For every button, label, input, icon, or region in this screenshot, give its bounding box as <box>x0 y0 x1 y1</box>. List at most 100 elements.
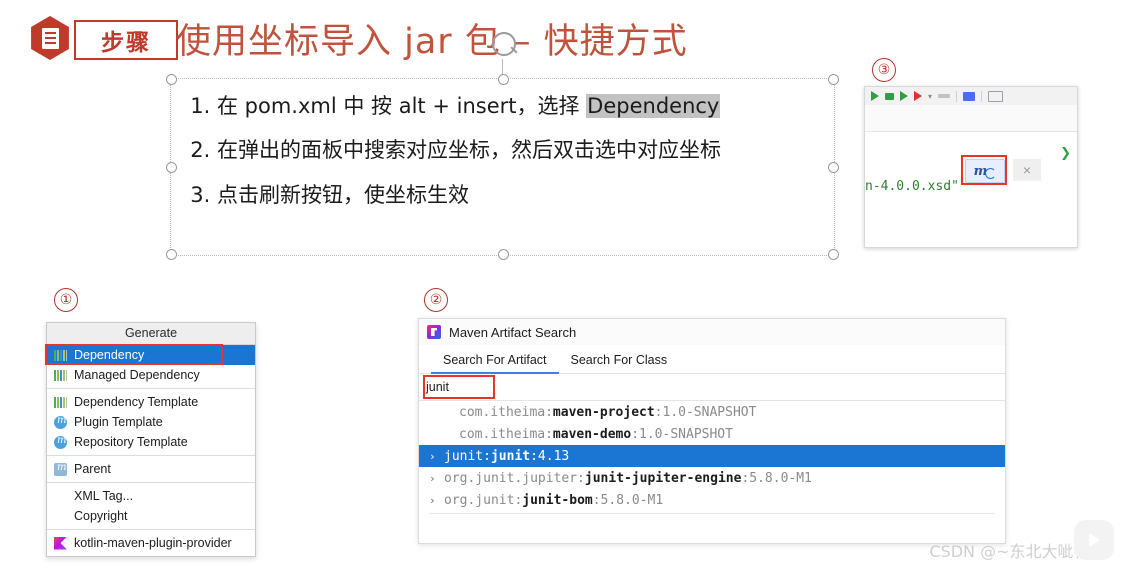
intellij-maven-icon <box>427 325 441 339</box>
chevron-right-icon[interactable]: › <box>429 450 438 463</box>
list-item-selected[interactable]: › junit:junit:4.13 <box>419 445 1005 467</box>
result-group: com.itheima: <box>459 404 553 420</box>
step-highlight: Dependency <box>586 94 721 118</box>
dialog-titlebar: Maven Artifact Search <box>419 319 1005 345</box>
toolbar-divider <box>981 90 983 102</box>
result-group: org.junit.jupiter: <box>444 470 585 486</box>
dialog-title: Maven Artifact Search <box>449 324 577 340</box>
menu-item-plugin-template[interactable]: Plugin Template <box>47 412 255 432</box>
list-item: 在 pom.xml 中 按 alt + insert，选择 Dependency <box>217 93 834 119</box>
list-item[interactable]: com.itheima:maven-demo:1.0-SNAPSHOT <box>419 423 1005 445</box>
menu-item-label: XML Tag... <box>74 489 134 503</box>
search-highlight-box <box>423 375 495 399</box>
menu-item-label: kotlin-maven-plugin-provider <box>74 536 232 550</box>
resize-handle-middle-right[interactable] <box>828 162 839 173</box>
search-row: junit <box>419 374 1005 401</box>
page-title: 使用坐标导入 jar 包 – 快捷方式 <box>176 22 688 62</box>
list-item[interactable]: com.itheima:maven-project:1.0-SNAPSHOT <box>419 401 1005 423</box>
resize-handle-bottom-left[interactable] <box>166 249 177 260</box>
result-artifact: maven-demo <box>552 426 632 442</box>
run-green-icon[interactable] <box>871 91 879 101</box>
resize-handle-middle-left[interactable] <box>166 162 177 173</box>
chevron-down-icon: ❯ <box>1060 145 1071 160</box>
result-version: :1.0-SNAPSHOT <box>654 404 757 420</box>
close-icon[interactable]: × <box>1013 159 1041 181</box>
generate-menu-header: Generate <box>47 323 255 345</box>
tab-search-for-class[interactable]: Search For Class <box>559 353 680 373</box>
result-group: com.itheima: <box>459 426 553 442</box>
step-over-icon[interactable] <box>900 91 908 101</box>
layout-icon[interactable] <box>988 90 1004 102</box>
menu-item-managed-dependency[interactable]: Managed Dependency <box>47 365 255 385</box>
ide-code-fragment: n-4.0.0.xsd" <box>865 179 959 194</box>
debug-green-icon[interactable] <box>885 92 894 100</box>
refresh-highlight-box <box>961 155 1007 185</box>
marker-one: ① <box>54 288 78 312</box>
result-version: :1.0-SNAPSHOT <box>631 426 733 442</box>
play-button-icon <box>1074 520 1114 560</box>
menu-divider <box>47 388 255 389</box>
result-artifact: maven-project <box>552 404 655 420</box>
ide-toolbar: ▾ <box>865 87 1077 106</box>
maven-parent-icon <box>54 462 67 476</box>
menu-divider <box>47 455 255 456</box>
result-artifact: junit <box>490 448 531 464</box>
list-item[interactable]: › org.junit.jupiter:junit-jupiter-engine… <box>419 467 1005 489</box>
menu-item-label: Dependency Template <box>74 395 199 409</box>
result-version: :5.8.0-M1 <box>741 470 812 486</box>
dropdown-caret-icon[interactable]: ▾ <box>928 92 932 101</box>
menu-item-label: Dependency <box>74 348 145 362</box>
stop-red-icon[interactable] <box>914 91 922 101</box>
list-item: 在弹出的面板中搜索对应坐标，然后双击选中对应坐标 <box>217 137 834 163</box>
marker-three: ③ <box>872 58 896 82</box>
result-artifact: junit-bom <box>522 492 593 508</box>
dependency-bars-icon <box>54 349 67 362</box>
menu-item-label: Managed Dependency <box>74 368 200 382</box>
chevron-right-icon[interactable]: › <box>429 494 438 507</box>
list-item: 点击刷新按钮，使坐标生效 <box>217 182 834 208</box>
document-icon <box>31 16 69 60</box>
menu-item-kotlin-maven-plugin-provider[interactable]: kotlin-maven-plugin-provider <box>47 533 255 553</box>
resize-handle-bottom-center[interactable] <box>497 249 509 260</box>
menu-item-copyright[interactable]: Copyright <box>47 506 255 526</box>
menu-item-label: Copyright <box>74 509 128 523</box>
watermark: CSDN @~东北大呲花 ~ <box>929 520 1114 562</box>
step-badge: 步骤 <box>28 14 178 62</box>
step-list: 在 pom.xml 中 按 alt + insert，选择 Dependency… <box>171 79 834 208</box>
resize-handle-bottom-right[interactable] <box>828 249 839 260</box>
resize-handle-top-left[interactable] <box>166 74 177 85</box>
results-divider <box>429 513 995 514</box>
dependency-bars-icon <box>54 369 67 382</box>
list-item[interactable]: › org.junit:junit-bom:5.8.0-M1 <box>419 489 1005 511</box>
menu-item-repository-template[interactable]: Repository Template <box>47 432 255 452</box>
result-version: :5.8.0-M1 <box>592 492 664 508</box>
result-group: junit: <box>444 448 491 464</box>
blue-chip-icon[interactable] <box>963 91 976 101</box>
step-text: 点击刷新按钮，使坐标生效 <box>217 182 469 207</box>
resize-handle-top-right[interactable] <box>828 74 839 85</box>
result-artifact: junit-jupiter-engine <box>584 470 742 486</box>
menu-item-xml-tag[interactable]: XML Tag... <box>47 486 255 506</box>
grey-bar-icon <box>938 94 951 98</box>
kotlin-icon <box>54 536 67 550</box>
magnifier-cursor-icon <box>492 32 516 56</box>
menu-item-label: Parent <box>74 462 111 476</box>
resize-handle-top-center[interactable] <box>497 74 509 85</box>
menu-item-parent[interactable]: Parent <box>47 459 255 479</box>
chevron-right-icon[interactable]: › <box>429 472 438 485</box>
maven-plugin-icon <box>54 435 67 449</box>
slide-textbox[interactable]: 在 pom.xml 中 按 alt + insert，选择 Dependency… <box>166 59 839 260</box>
step-badge-label: 步骤 <box>74 20 178 60</box>
result-version: :4.13 <box>530 448 570 464</box>
step-text: 在 pom.xml 中 按 alt + insert，选择 <box>217 94 587 118</box>
generate-menu[interactable]: Generate Dependency Managed Dependency D… <box>45 322 256 557</box>
tab-search-for-artifact[interactable]: Search For Artifact <box>431 353 559 374</box>
menu-item-dependency[interactable]: Dependency <box>47 345 255 365</box>
toolbar-divider <box>956 90 958 102</box>
menu-divider <box>47 529 255 530</box>
menu-item-label: Plugin Template <box>74 415 163 429</box>
maven-artifact-search-dialog: Maven Artifact Search Search For Artifac… <box>418 318 1006 544</box>
ide-snippet-panel: ▾ ❯ n-4.0.0.xsd" m × <box>864 86 1078 248</box>
result-group: org.junit: <box>444 492 523 508</box>
menu-item-dependency-template[interactable]: Dependency Template <box>47 392 255 412</box>
